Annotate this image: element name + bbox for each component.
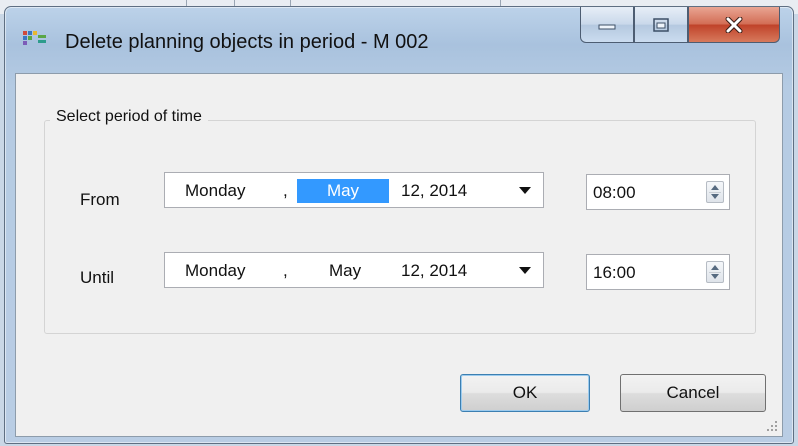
- dialog-window: Delete planning objects in period - M 00…: [4, 6, 794, 444]
- until-label: Until: [80, 268, 115, 287]
- close-icon: [725, 16, 743, 33]
- spin-down-arrow-icon[interactable]: [711, 274, 719, 279]
- until-time-value: 16:00: [593, 263, 636, 282]
- title-bar[interactable]: Delete planning objects in period - M 00…: [5, 7, 793, 75]
- dialog-body: Select period of time From Monday , May …: [15, 73, 783, 437]
- spinner-divider: [709, 272, 721, 273]
- spinner-divider: [709, 192, 721, 193]
- minimize-icon: [598, 24, 616, 29]
- close-button[interactable]: [688, 7, 780, 43]
- spin-up-arrow-icon[interactable]: [711, 265, 719, 270]
- until-month[interactable]: May: [329, 261, 361, 281]
- from-separator: ,: [283, 181, 288, 200]
- until-weekday: Monday: [185, 261, 246, 280]
- maximize-button[interactable]: [634, 7, 688, 43]
- maximize-icon: [653, 17, 669, 32]
- chevron-down-icon[interactable]: [519, 187, 531, 194]
- resize-grip-icon[interactable]: [766, 420, 778, 432]
- spin-updown-icon[interactable]: [706, 261, 724, 283]
- from-weekday: Monday: [185, 181, 246, 200]
- until-date-picker[interactable]: Monday , May 12, 2014: [164, 252, 544, 288]
- groupbox-label: Select period of time: [50, 108, 208, 126]
- spin-down-arrow-icon[interactable]: [711, 194, 719, 199]
- planning-app-icon: [23, 31, 46, 45]
- chevron-down-icon[interactable]: [519, 267, 531, 274]
- until-time-input[interactable]: 16:00: [586, 254, 730, 290]
- cancel-button[interactable]: Cancel: [620, 374, 766, 412]
- from-label: From: [80, 190, 120, 209]
- until-separator: ,: [283, 261, 288, 280]
- period-groupbox: [44, 120, 756, 334]
- from-day-year[interactable]: 12, 2014: [401, 181, 467, 201]
- from-month-selected[interactable]: May: [297, 179, 389, 203]
- minimize-button[interactable]: [580, 7, 634, 43]
- from-time-input[interactable]: 08:00: [586, 174, 730, 210]
- window-title: Delete planning objects in period - M 00…: [65, 31, 429, 53]
- from-time-value: 08:00: [593, 183, 636, 202]
- spin-updown-icon[interactable]: [706, 181, 724, 203]
- until-day-year[interactable]: 12, 2014: [401, 261, 467, 281]
- from-date-picker[interactable]: Monday , May 12, 2014: [164, 172, 544, 208]
- ok-button[interactable]: OK: [460, 374, 590, 412]
- spin-up-arrow-icon[interactable]: [711, 185, 719, 190]
